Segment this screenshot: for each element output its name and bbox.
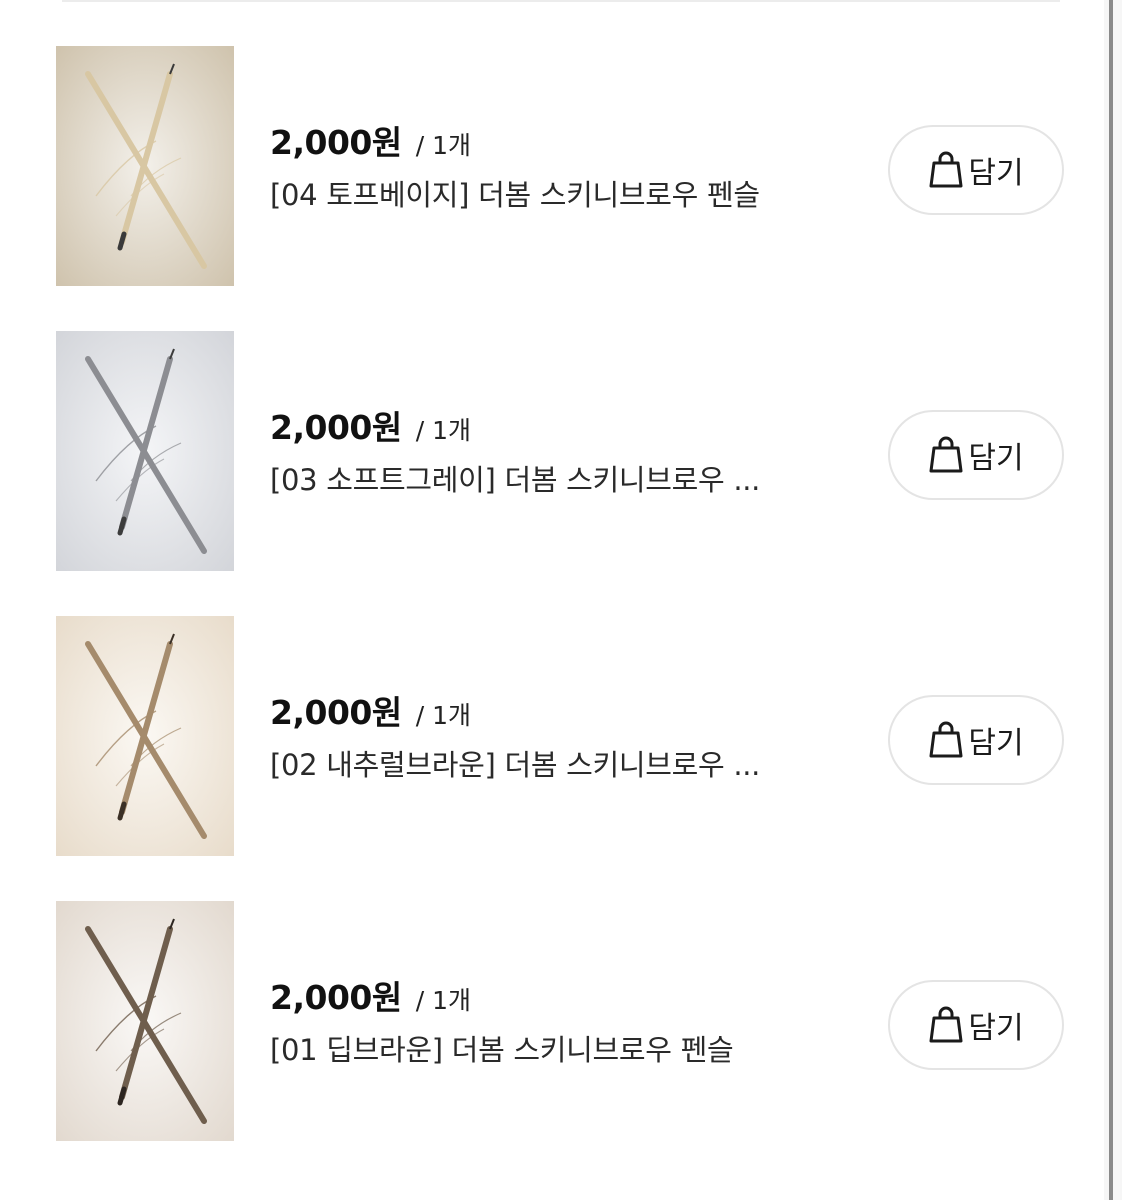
price-line: 2,000원 / 1개 xyxy=(270,686,860,732)
product-name[interactable]: [02 내추럴브라운] 더봄 스키니브로우 ... xyxy=(270,742,844,784)
shopping-bag-icon xyxy=(928,150,964,190)
price-line: 2,000원 / 1개 xyxy=(270,971,860,1017)
product-info: 2,000원 / 1개 [04 토프베이지] 더봄 스키니브로우 펜슬 xyxy=(270,116,860,214)
product-thumbnail[interactable] xyxy=(56,331,234,571)
add-to-cart-label: 담기 xyxy=(968,441,1024,476)
product-item[interactable]: 2,000원 / 1개 [02 내추럴브라운] 더봄 스키니브로우 ... 담기 xyxy=(0,616,1104,856)
product-price: 2,000원 xyxy=(270,693,402,732)
product-unit: / 1개 xyxy=(415,131,472,160)
product-item[interactable]: 2,000원 / 1개 [01 딥브라운] 더봄 스키니브로우 펜슬 담기 xyxy=(0,901,1104,1141)
scrollbar[interactable] xyxy=(1104,0,1122,1200)
product-info: 2,000원 / 1개 [02 내추럴브라운] 더봄 스키니브로우 ... xyxy=(270,686,860,784)
product-item[interactable]: 2,000원 / 1개 [03 소프트그레이] 더봄 스키니브로우 ... 담기 xyxy=(0,331,1104,571)
add-to-cart-label: 담기 xyxy=(968,1011,1024,1046)
scrollbar-thumb[interactable] xyxy=(1109,0,1113,1200)
product-unit: / 1개 xyxy=(415,701,472,730)
add-to-cart-button[interactable]: 담기 xyxy=(888,980,1064,1070)
product-list: 2,000원 / 1개 [04 토프베이지] 더봄 스키니브로우 펜슬 담기 2… xyxy=(0,0,1104,1200)
product-unit: / 1개 xyxy=(415,986,472,1015)
product-item[interactable]: 2,000원 / 1개 [04 토프베이지] 더봄 스키니브로우 펜슬 담기 xyxy=(0,46,1104,286)
product-name[interactable]: [01 딥브라운] 더봄 스키니브로우 펜슬 xyxy=(270,1027,844,1069)
product-price: 2,000원 xyxy=(270,123,402,162)
product-name[interactable]: [03 소프트그레이] 더봄 스키니브로우 ... xyxy=(270,457,844,499)
add-to-cart-button[interactable]: 담기 xyxy=(888,125,1064,215)
add-to-cart-button[interactable]: 담기 xyxy=(888,695,1064,785)
product-info: 2,000원 / 1개 [03 소프트그레이] 더봄 스키니브로우 ... xyxy=(270,401,860,499)
price-line: 2,000원 / 1개 xyxy=(270,401,860,447)
product-info: 2,000원 / 1개 [01 딥브라운] 더봄 스키니브로우 펜슬 xyxy=(270,971,860,1069)
shopping-bag-icon xyxy=(928,435,964,475)
add-to-cart-label: 담기 xyxy=(968,726,1024,761)
add-to-cart-button[interactable]: 담기 xyxy=(888,410,1064,500)
product-unit: / 1개 xyxy=(415,416,472,445)
product-thumbnail[interactable] xyxy=(56,901,234,1141)
product-price: 2,000원 xyxy=(270,978,402,1017)
product-name[interactable]: [04 토프베이지] 더봄 스키니브로우 펜슬 xyxy=(270,172,844,214)
product-thumbnail[interactable] xyxy=(56,46,234,286)
add-to-cart-label: 담기 xyxy=(968,156,1024,191)
shopping-bag-icon xyxy=(928,720,964,760)
product-price: 2,000원 xyxy=(270,408,402,447)
product-thumbnail[interactable] xyxy=(56,616,234,856)
price-line: 2,000원 / 1개 xyxy=(270,116,860,162)
shopping-bag-icon xyxy=(928,1005,964,1045)
